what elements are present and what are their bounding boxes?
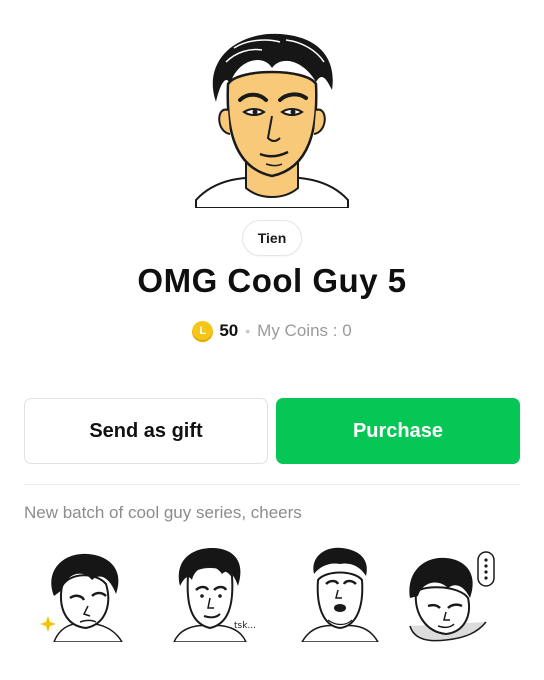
my-coins-balance: My Coins : 0 <box>257 321 352 340</box>
send-as-gift-label: Send as gift <box>89 419 203 442</box>
sticker-preview-4[interactable] <box>406 546 502 642</box>
sticker-description: New batch of cool guy series, cheers <box>24 503 302 522</box>
price-row: L 50 • My Coins : 0 <box>0 318 544 344</box>
send-as-gift-button[interactable]: Send as gift <box>24 398 268 464</box>
purchase-button[interactable]: Purchase <box>276 398 520 464</box>
author-chip[interactable]: Tien <box>242 220 302 256</box>
sticker-preview-2[interactable]: tsk... <box>166 546 262 642</box>
sticker-tsk-text: tsk... <box>234 621 256 631</box>
sticker-set-title: OMG Cool Guy 5 <box>137 262 407 299</box>
author-name: Tien <box>257 230 287 246</box>
sticker-preview-3[interactable] <box>292 546 388 642</box>
line-coin-icon: L <box>192 320 214 342</box>
divider <box>24 484 520 485</box>
separator-dot: • <box>245 323 251 339</box>
purchase-label: Purchase <box>352 419 444 442</box>
price-amount: 50 <box>219 321 239 340</box>
sticker-preview-1[interactable] <box>34 546 130 642</box>
sticker-main-image <box>195 33 349 208</box>
